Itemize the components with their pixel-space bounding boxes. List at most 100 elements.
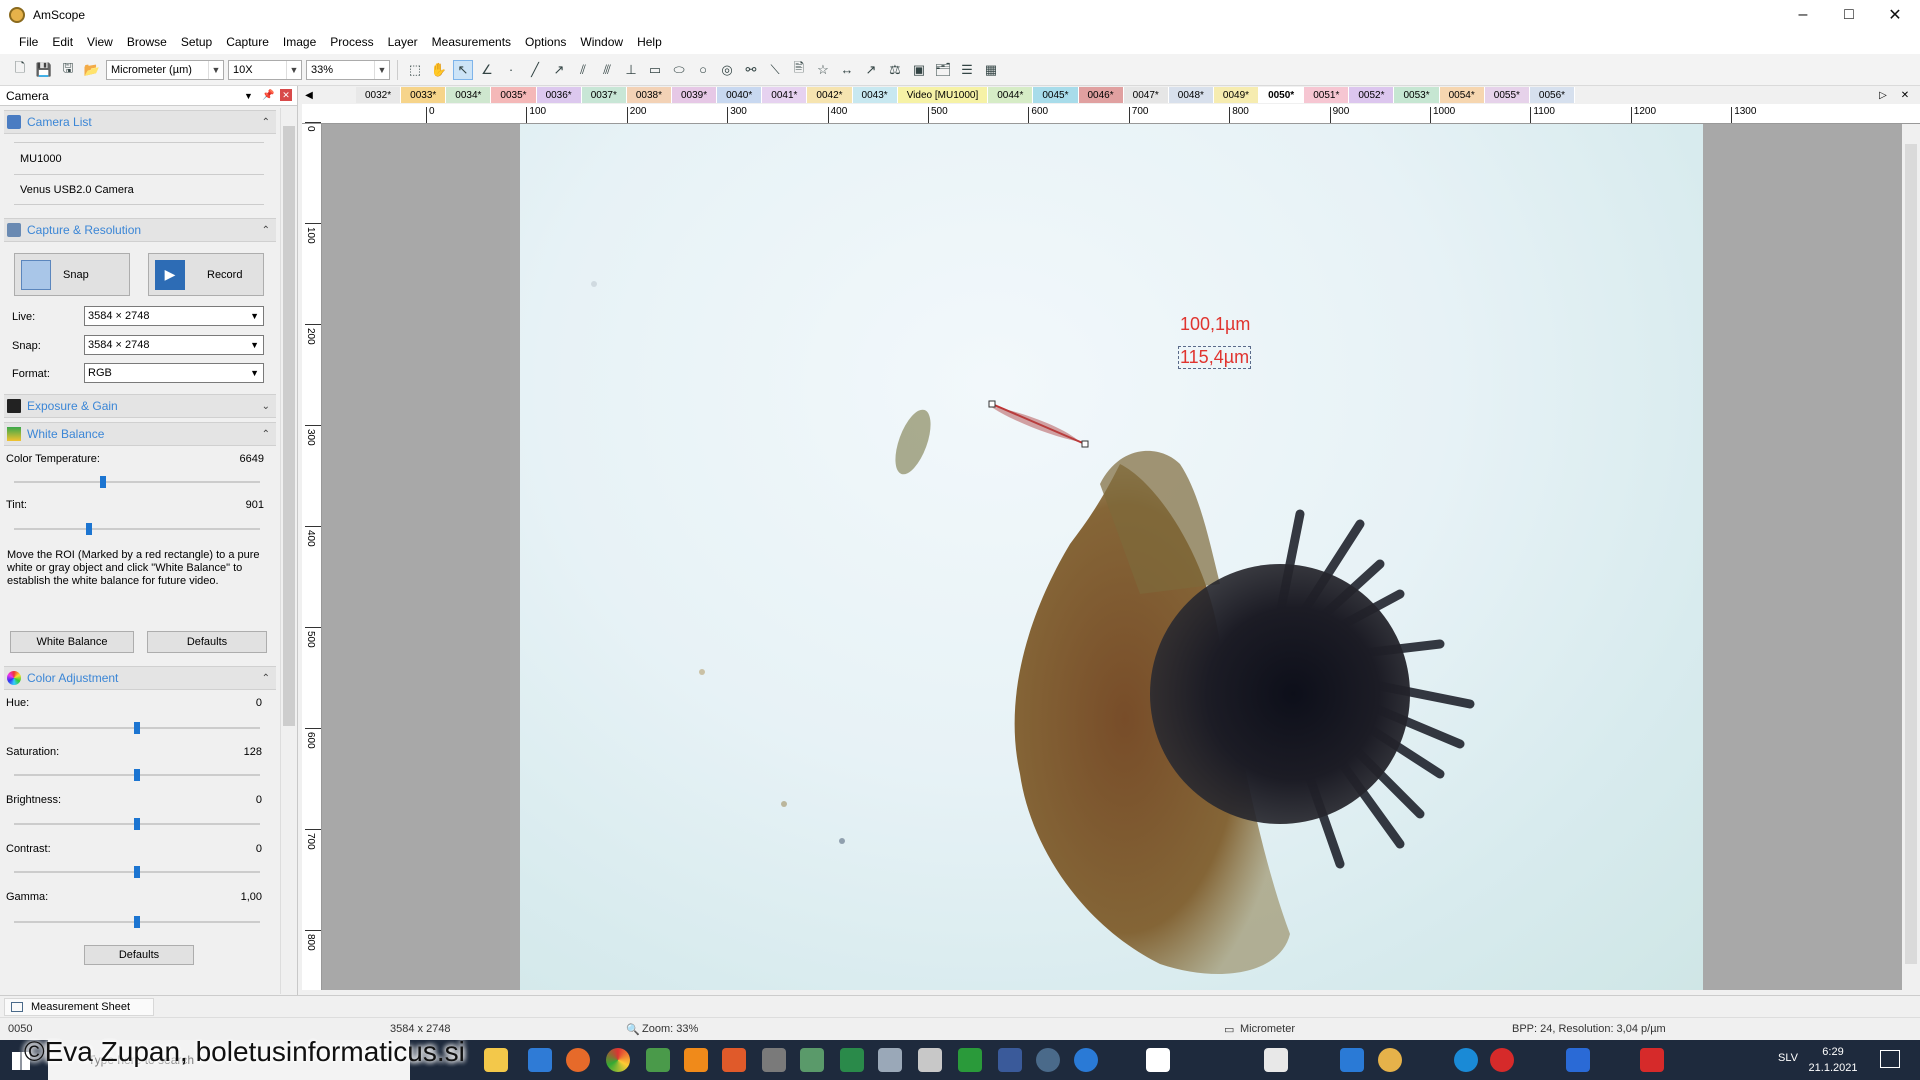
slider-thumb[interactable] (134, 866, 140, 878)
parallel-tool-icon[interactable]: ⫽ (573, 60, 593, 80)
image-tab[interactable]: 0046* (1078, 87, 1124, 103)
image-tab[interactable]: 0052* (1349, 87, 1395, 103)
save-all-icon[interactable]: 🖫 (58, 60, 78, 80)
mail-icon[interactable] (1340, 1048, 1364, 1072)
white-balance-defaults-button[interactable]: Defaults (147, 631, 267, 653)
panel-scrollbar[interactable] (280, 108, 296, 994)
save-app-icon[interactable] (484, 1048, 508, 1072)
edge-icon[interactable] (1074, 1048, 1098, 1072)
app-icon[interactable] (800, 1048, 824, 1072)
menu-help[interactable]: Help (630, 35, 669, 49)
app-icon[interactable] (722, 1048, 746, 1072)
white-balance-button[interactable]: White Balance (10, 631, 134, 653)
menu-setup[interactable]: Setup (174, 35, 219, 49)
vlc-icon[interactable] (684, 1048, 708, 1072)
menu-options[interactable]: Options (518, 35, 573, 49)
app-icon[interactable] (762, 1048, 786, 1072)
format-select[interactable]: RGB ▼ (84, 363, 264, 383)
image-tab[interactable]: 0041* (762, 87, 808, 103)
menu-browse[interactable]: Browse (120, 35, 174, 49)
clock[interactable]: 6:29 21.1.2021 (1798, 1044, 1868, 1076)
slider-thumb[interactable] (134, 722, 140, 734)
save-icon[interactable]: 💾 (34, 60, 54, 80)
color-temperature-slider[interactable] (14, 476, 260, 488)
exposure-gain-header[interactable]: Exposure & Gain ⌄ (4, 394, 276, 418)
app-icon[interactable] (646, 1048, 670, 1072)
tab-scroll-right-icon[interactable]: ▷ (1876, 90, 1890, 101)
slider-thumb[interactable] (86, 523, 92, 535)
hue-slider[interactable] (14, 722, 260, 734)
text-tool-icon[interactable]: 🖹 (789, 60, 809, 80)
snap-resolution-select[interactable]: 3584 × 2748 ▼ (84, 335, 264, 355)
app-icon[interactable] (998, 1048, 1022, 1072)
perpendicular-tool-icon[interactable]: ⊥ (621, 60, 641, 80)
record-button[interactable]: ▶ Record (148, 253, 264, 296)
image-tab[interactable]: 0049* (1213, 87, 1260, 103)
objective-select[interactable]: 10X ▼ (228, 59, 302, 80)
image-tab[interactable]: Video [MU1000] (897, 87, 989, 103)
menu-edit[interactable]: Edit (45, 35, 80, 49)
app-icon[interactable] (878, 1048, 902, 1072)
panel-close-icon[interactable]: ✕ (280, 89, 292, 101)
notifications-icon[interactable] (1880, 1050, 1900, 1068)
slider-thumb[interactable] (134, 916, 140, 928)
measurement-selected-label[interactable]: 115,4µm (1178, 346, 1252, 369)
multi-parallel-tool-icon[interactable]: ⫻ (597, 60, 617, 80)
app-icon[interactable] (958, 1048, 982, 1072)
count-tool-icon[interactable]: ⚖ (885, 60, 905, 80)
pin-icon[interactable]: 📌 (262, 90, 274, 101)
image-tab[interactable]: 0038* (626, 87, 672, 103)
color-adjustment-header[interactable]: Color Adjustment ⌃ (4, 666, 276, 690)
menu-layer[interactable]: Layer (381, 35, 425, 49)
image-tab[interactable]: 0045* (1033, 87, 1079, 103)
star-tool-icon[interactable]: ☆ (813, 60, 833, 80)
image-tab[interactable]: 0050* (1259, 87, 1305, 103)
menu-measurements[interactable]: Measurements (425, 35, 518, 49)
language-indicator[interactable]: SLV (1778, 1052, 1798, 1064)
select-arrow-icon[interactable]: ↖ (453, 59, 473, 80)
collapse-icon[interactable]: ⌃ (262, 429, 270, 440)
contrast-slider[interactable] (14, 866, 260, 878)
image-tab[interactable]: 0035* (491, 87, 537, 103)
menu-view[interactable]: View (80, 35, 120, 49)
image-tab[interactable]: 0055* (1484, 87, 1530, 103)
image-tab[interactable]: 0042* (807, 87, 853, 103)
arrow-line-tool-icon[interactable]: ↗ (549, 60, 569, 80)
point-tool-icon[interactable]: · (501, 60, 521, 80)
firefox-icon[interactable] (566, 1048, 590, 1072)
crop-icon[interactable]: ⬚ (405, 60, 425, 80)
tab-close-icon[interactable]: ✕ (1898, 90, 1912, 101)
menu-capture[interactable]: Capture (219, 35, 276, 49)
collapse-icon[interactable]: ⌃ (262, 117, 270, 128)
opera-icon[interactable] (1490, 1048, 1514, 1072)
tint-slider[interactable] (14, 523, 260, 535)
maximize-icon[interactable]: □ (1826, 0, 1872, 30)
image-tab[interactable]: 0034* (446, 87, 492, 103)
menu-file[interactable]: File (12, 35, 45, 49)
measurement-length-label[interactable]: 100,1µm (1180, 314, 1250, 335)
image-canvas[interactable]: 100,1µm 115,4µm (322, 124, 1902, 990)
amscope-taskbar-icon[interactable] (1378, 1048, 1402, 1072)
align-icon[interactable]: ☰ (957, 60, 977, 80)
color-defaults-button[interactable]: Defaults (84, 945, 194, 965)
image-tab[interactable]: 0051* (1304, 87, 1350, 103)
image-tab[interactable]: 0039* (671, 87, 718, 103)
angle-tool-icon[interactable]: ∠ (477, 60, 497, 80)
snap-button[interactable]: Snap (14, 253, 130, 296)
slider-thumb[interactable] (134, 769, 140, 781)
minimize-icon[interactable]: – (1780, 0, 1826, 30)
pointer-arrow-tool-icon[interactable]: ↗ (861, 60, 881, 80)
scrollbar-thumb[interactable] (1905, 144, 1917, 964)
image-tab[interactable]: 0043* (852, 87, 898, 103)
live-resolution-select[interactable]: 3584 × 2748 ▼ (84, 306, 264, 326)
image-tab[interactable]: 0040* (717, 87, 763, 103)
collapse-icon[interactable]: ⌃ (262, 673, 270, 684)
app-icon[interactable] (1036, 1048, 1060, 1072)
white-balance-header[interactable]: White Balance ⌃ (4, 422, 276, 446)
brightness-slider[interactable] (14, 818, 260, 830)
zoom-app-icon[interactable] (1566, 1048, 1590, 1072)
camera-item-mu1000[interactable]: MU1000 (20, 153, 62, 165)
tab-scroll-left-icon[interactable]: ◀ (302, 90, 316, 101)
slider-thumb[interactable] (134, 818, 140, 830)
gamma-slider[interactable] (14, 916, 260, 928)
